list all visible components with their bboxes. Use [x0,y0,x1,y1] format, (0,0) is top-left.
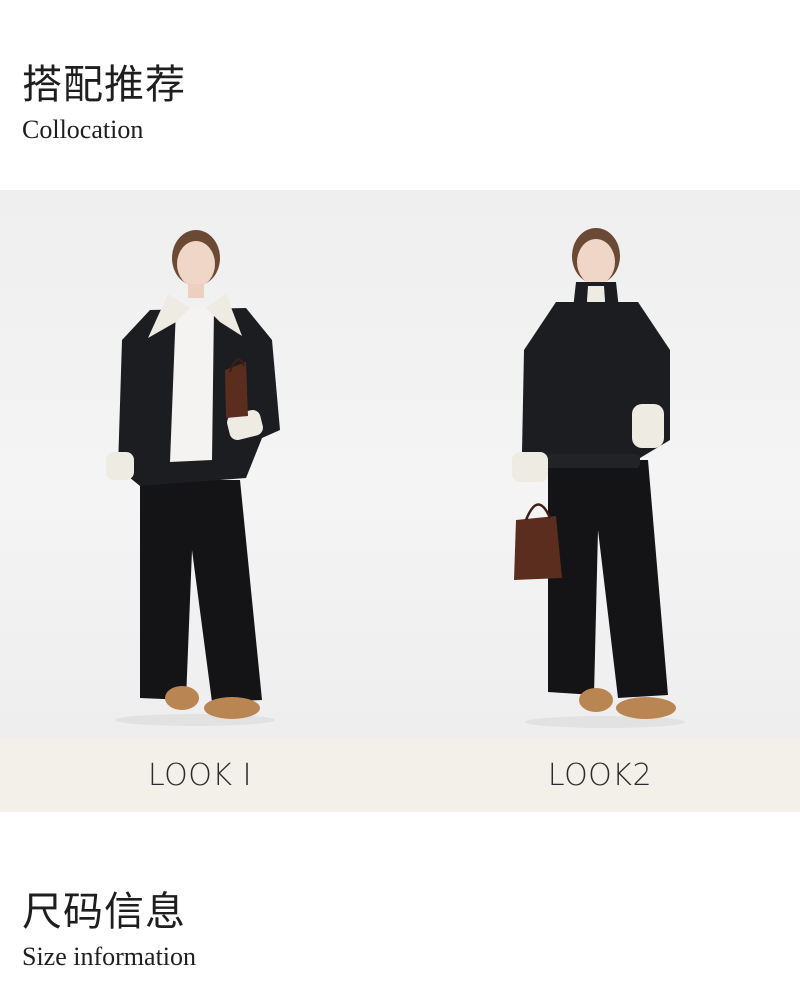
look-1-label: LOOK I [148,758,252,793]
collocation-heading: 搭配推荐 Collocation [22,63,186,145]
collocation-title-zh: 搭配推荐 [22,62,186,108]
look-1-photo[interactable] [0,190,400,738]
size-info-title-en: Size information [22,942,197,971]
collocation-title-en: Collocation [22,115,144,144]
outfit-photos [0,190,800,738]
look-2-label: LOOK2 [547,758,653,793]
look-labels-band: LOOK I LOOK2 [0,738,800,812]
size-info-heading: 尺码信息 Size information [22,890,196,972]
look-2-photo[interactable] [400,190,800,738]
size-info-title-zh: 尺码信息 [22,889,186,935]
